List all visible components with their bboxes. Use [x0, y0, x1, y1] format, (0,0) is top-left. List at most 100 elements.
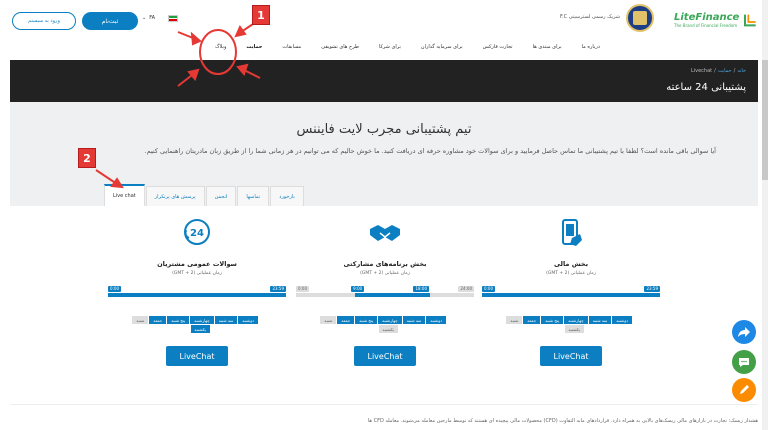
- nav-item-contests[interactable]: مسابقات: [272, 36, 311, 58]
- iran-flag-icon: [168, 15, 178, 22]
- nav-item-investors[interactable]: برای سرمایه گذاران: [411, 36, 473, 58]
- share-button[interactable]: [732, 320, 756, 344]
- day-on: پنج شنبه: [541, 316, 564, 324]
- page-title: پشتیبانی 24 ساعته: [666, 82, 746, 93]
- logo-text: LiteFinance: [674, 11, 740, 23]
- day-on: دوشنبه: [238, 316, 258, 324]
- timeline-mid-start: 9:00: [351, 286, 365, 292]
- hours-timeline: 0:00 23:59: [482, 286, 660, 298]
- handshake-icon: [365, 218, 405, 248]
- day-on: یکشنبه: [190, 325, 210, 333]
- card-title: بخش برنامه‌های مشارکتی: [343, 260, 427, 268]
- day-on: جمعه: [149, 316, 167, 324]
- breadcrumb-support[interactable]: حمایت: [718, 68, 732, 74]
- language-label: FA: [149, 15, 156, 21]
- breadcrumb-home[interactable]: خانه: [737, 68, 746, 74]
- site-header: LiteFinance The Brand of Financial Freed…: [10, 0, 758, 60]
- scrollbar-thumb[interactable]: [762, 60, 768, 180]
- annotation-number-2: 2: [78, 148, 96, 168]
- breadcrumb-separator: /: [714, 68, 716, 74]
- livechat-button[interactable]: LiveChat: [166, 346, 228, 366]
- breadcrumb: خانه / حمایت / Livechat: [691, 68, 746, 74]
- nav-item-about[interactable]: درباره ما: [572, 36, 610, 58]
- card-subtitle: زمان عملیاتی (GMT + 2): [546, 271, 596, 276]
- day-on: جمعه: [337, 316, 355, 324]
- timeline-mid-end: 18:00: [413, 286, 429, 292]
- leicester-city-logo[interactable]: [626, 4, 654, 32]
- tab-feedback[interactable]: بازخورد: [270, 186, 304, 206]
- logo-tagline: The Brand of Financial Freedom: [674, 22, 738, 28]
- day-off: یکشنبه: [564, 325, 584, 333]
- nav-item-partners[interactable]: برای شرکا: [369, 36, 411, 58]
- litefinance-mark-icon: [744, 14, 756, 27]
- edit-button[interactable]: [732, 378, 756, 402]
- timeline-end: 24:00: [458, 286, 474, 292]
- card-finance: بخش مالی زمان عملیاتی (GMT + 2) 0:00 23:…: [478, 214, 664, 374]
- days-list: دوشنبه سه شنبه چهارشنبه پنج شنبه جمعه شن…: [118, 316, 258, 333]
- day-on: جمعه: [523, 316, 541, 324]
- card-subtitle: زمان عملیاتی (GMT + 2): [172, 271, 222, 276]
- day-on: چهارشنبه: [378, 316, 402, 324]
- chevron-down-icon: ⌄: [142, 15, 147, 21]
- nav-item-forex[interactable]: تجارت فارکس: [473, 36, 523, 58]
- card-title: بخش مالی: [553, 260, 589, 268]
- tab-live-chat[interactable]: Live chat: [104, 184, 145, 206]
- annotation-number-1: 1: [252, 5, 270, 25]
- timeline-start: 0:00: [296, 286, 309, 292]
- breadcrumb-current: Livechat: [690, 68, 713, 74]
- hours-timeline: 0:00 9:00 18:00 24:00: [296, 286, 474, 298]
- livechat-button[interactable]: LiveChat: [540, 346, 602, 366]
- support-cards: 24 سوالات عمومی مشتریان زمان عملیاتی (GM…: [104, 214, 664, 374]
- nav-item-support[interactable]: حمایت: [236, 36, 272, 58]
- day-off: شنبه: [506, 316, 523, 324]
- svg-text:24: 24: [190, 228, 204, 239]
- tab-faq[interactable]: پرسش های پرتکرار: [145, 186, 205, 206]
- day-on: دوشنبه: [426, 316, 446, 324]
- day-on: دوشنبه: [612, 316, 632, 324]
- mobile-payment-icon: [551, 218, 591, 248]
- days-list: دوشنبه سه شنبه چهارشنبه پنج شنبه جمعه شن…: [306, 316, 446, 333]
- login-button[interactable]: ورود به سیستم: [12, 12, 76, 30]
- section-divider: [10, 404, 758, 405]
- page-scrollbar[interactable]: [762, 0, 768, 430]
- nav-item-blog[interactable]: وبلاگ: [205, 36, 236, 58]
- day-on: سه شنبه: [588, 316, 612, 324]
- card-general: 24 سوالات عمومی مشتریان زمان عملیاتی (GM…: [104, 214, 290, 374]
- day-off: شنبه: [132, 316, 149, 324]
- share-arrow-icon: [738, 327, 750, 337]
- day-on: پنج شنبه: [355, 316, 378, 324]
- day-on: پنج شنبه: [167, 316, 190, 324]
- page-header-band: خانه / حمایت / Livechat پشتیبانی 24 ساعت…: [10, 60, 758, 102]
- nav-item-beginners[interactable]: برای مبتدی ها: [523, 36, 572, 58]
- day-off: شنبه: [320, 316, 337, 324]
- pencil-icon: [740, 385, 749, 394]
- language-selector[interactable]: ⌄ FA: [142, 15, 155, 21]
- timeline-end: 23:59: [270, 286, 286, 292]
- day-on: چهارشنبه: [190, 316, 214, 324]
- timeline-start: 0:00: [108, 286, 121, 292]
- register-button[interactable]: ثبت‌نام: [82, 12, 138, 30]
- day-off: یکشنبه: [378, 325, 398, 333]
- day-on: سه شنبه: [214, 316, 238, 324]
- partner-text: شریک رسمی لسترسیتی F.C: [559, 14, 620, 20]
- risk-warning-text: هشدار ریسک: تجارت در بازارهای مالی ریسک‌…: [367, 418, 758, 424]
- leicester-fox-icon: [633, 11, 647, 25]
- litefinance-logo[interactable]: LiteFinance The Brand of Financial Freed…: [674, 6, 758, 34]
- intro-description: آیا سوالی باقی مانده است؟ لطفا با تیم پش…: [144, 147, 716, 155]
- day-on: سه شنبه: [402, 316, 426, 324]
- card-subtitle: زمان عملیاتی (GMT + 2): [360, 271, 410, 276]
- timeline-start: 0:00: [482, 286, 495, 292]
- breadcrumb-separator: /: [733, 68, 736, 74]
- main-nav: درباره ما برای مبتدی ها تجارت فارکس برای…: [190, 36, 610, 58]
- chat-button[interactable]: [732, 350, 756, 374]
- livechat-button[interactable]: LiveChat: [354, 346, 416, 366]
- tab-contacts[interactable]: تماسها: [237, 186, 270, 206]
- timeline-fill: [354, 293, 430, 297]
- chat-bubble-icon: [739, 358, 749, 367]
- card-title: سوالات عمومی مشتریان: [157, 260, 237, 268]
- tab-forum[interactable]: انجمن: [205, 186, 237, 206]
- timeline-end: 23:59: [644, 286, 660, 292]
- nav-item-promotions[interactable]: طرح های تشویقی: [311, 36, 369, 58]
- day-on: چهارشنبه: [564, 316, 588, 324]
- days-list: دوشنبه سه شنبه چهارشنبه پنج شنبه جمعه شن…: [492, 316, 632, 333]
